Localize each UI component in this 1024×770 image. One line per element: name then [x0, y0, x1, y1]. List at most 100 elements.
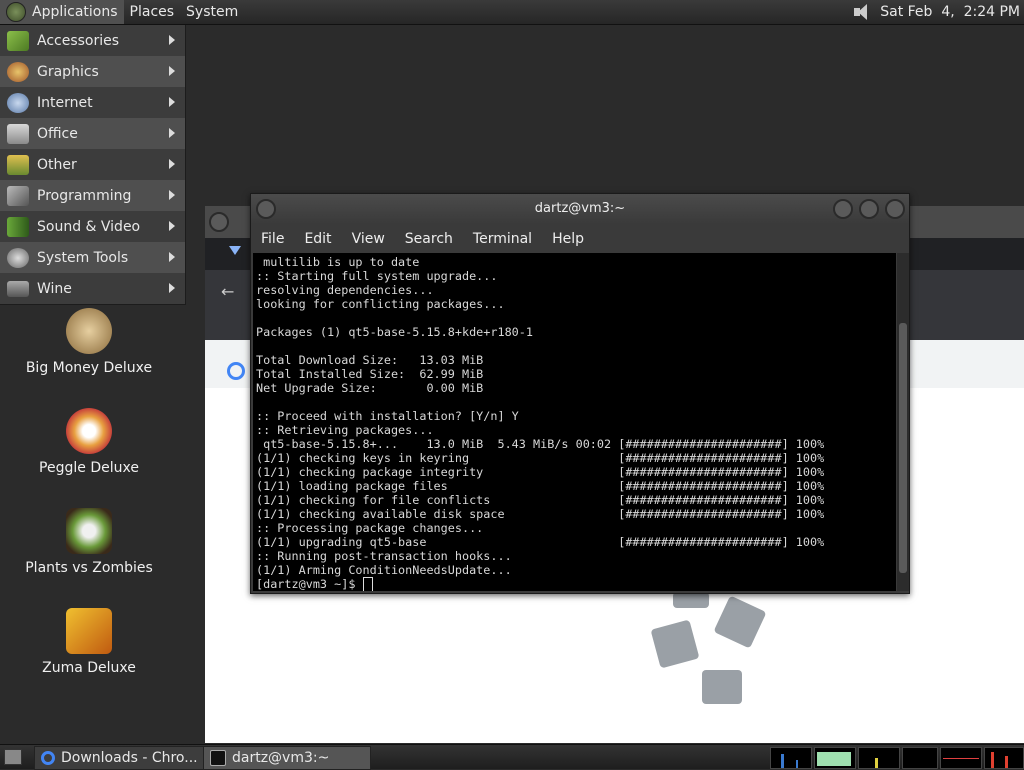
- menu-help[interactable]: Help: [542, 231, 594, 247]
- office-icon: [7, 123, 29, 144]
- desktop-icon-label: Big Money Deluxe: [25, 360, 153, 376]
- applications-logo-icon: [6, 2, 26, 22]
- internet-icon: [7, 92, 29, 113]
- menu-item-label: Office: [37, 125, 78, 142]
- zuma-icon: [66, 608, 112, 654]
- terminal-window: dartz@vm3:~ File Edit View Search Termin…: [250, 193, 910, 594]
- menu-item-other[interactable]: Other: [0, 149, 185, 180]
- system-label: System: [186, 4, 239, 20]
- image-file-icon: [650, 619, 700, 669]
- menu-item-label: Internet: [37, 94, 93, 111]
- desktop-icon-zuma[interactable]: Zuma Deluxe: [10, 608, 168, 676]
- menu-item-label: Other: [37, 156, 77, 173]
- terminal-output-text: multilib is up to date :: Starting full …: [256, 255, 825, 577]
- submenu-arrow-icon: [169, 221, 175, 231]
- money-bag-icon: [66, 308, 112, 354]
- download-icon[interactable]: [229, 246, 241, 255]
- menu-item-wine[interactable]: Wine: [0, 273, 185, 304]
- submenu-arrow-icon: [169, 97, 175, 107]
- disk-monitor: [984, 747, 1024, 769]
- terminal-menubar: File Edit View Search Terminal Help: [251, 224, 909, 253]
- menu-item-label: Accessories: [37, 32, 120, 49]
- programming-icon: [7, 185, 29, 206]
- terminal-prompt: [dartz@vm3 ~]$: [256, 577, 363, 591]
- maximize-icon[interactable]: [859, 199, 879, 219]
- menu-view[interactable]: View: [342, 231, 395, 247]
- system-tools-icon: [7, 247, 29, 268]
- video-file-icon: [702, 670, 742, 704]
- terminal-icon: [210, 750, 226, 766]
- tray-area: Sat Feb 4, 2:24 PM: [854, 0, 1020, 24]
- photo-file-icon: [713, 595, 767, 649]
- menu-item-graphics[interactable]: Graphics: [0, 56, 185, 87]
- swap-monitor: [902, 747, 938, 769]
- terminal-cursor: [362, 577, 373, 591]
- applications-dropdown: Accessories Graphics Internet Office Oth…: [0, 25, 186, 305]
- menu-item-label: System Tools: [37, 249, 129, 266]
- sound-video-icon: [7, 216, 29, 237]
- menu-edit[interactable]: Edit: [294, 231, 341, 247]
- system-menu-button[interactable]: System: [180, 0, 244, 24]
- menu-item-label: Graphics: [37, 63, 99, 80]
- submenu-arrow-icon: [169, 283, 175, 293]
- submenu-arrow-icon: [169, 190, 175, 200]
- desktop-icon-label: Plants vs Zombies: [25, 560, 153, 576]
- load-monitor: [940, 747, 982, 769]
- terminal-titlebar[interactable]: dartz@vm3:~: [251, 194, 909, 224]
- task-terminal[interactable]: dartz@vm3:~: [203, 746, 371, 770]
- desktop-icon-peggle[interactable]: Peggle Deluxe: [10, 408, 168, 476]
- task-downloads-chrome[interactable]: Downloads - Chro...: [34, 746, 206, 770]
- terminal-output: multilib is up to date :: Starting full …: [253, 253, 896, 591]
- places-label: Places: [129, 4, 175, 20]
- panel-clock[interactable]: Sat Feb 4, 2:24 PM: [880, 4, 1020, 20]
- menu-item-office[interactable]: Office: [0, 118, 185, 149]
- file-icon: [673, 592, 709, 608]
- show-desktop-icon[interactable]: [4, 749, 22, 765]
- graphics-icon: [7, 61, 29, 82]
- other-icon: [7, 154, 29, 175]
- menu-item-accessories[interactable]: Accessories: [0, 25, 185, 56]
- terminal-output-area[interactable]: multilib is up to date :: Starting full …: [253, 253, 896, 591]
- menu-item-internet[interactable]: Internet: [0, 87, 185, 118]
- chrome-icon: [41, 751, 55, 765]
- menu-item-programming[interactable]: Programming: [0, 180, 185, 211]
- submenu-arrow-icon: [169, 128, 175, 138]
- applications-label: Applications: [32, 4, 118, 20]
- peggle-icon: [66, 408, 112, 454]
- applications-menu-button[interactable]: Applications: [0, 0, 124, 24]
- close-icon[interactable]: [885, 199, 905, 219]
- menu-item-sound-video[interactable]: Sound & Video: [0, 211, 185, 242]
- menu-item-label: Programming: [37, 187, 132, 204]
- menu-search[interactable]: Search: [395, 231, 463, 247]
- menu-item-label: Sound & Video: [37, 218, 141, 235]
- desktop-icon-plants-vs-zombies[interactable]: Plants vs Zombies: [10, 508, 168, 576]
- task-label: Downloads - Chro...: [61, 750, 198, 766]
- browser-window-button[interactable]: [209, 212, 229, 232]
- menu-item-system-tools[interactable]: System Tools: [0, 242, 185, 273]
- desktop-icon-label: Zuma Deluxe: [42, 660, 136, 676]
- accessories-icon: [7, 30, 29, 51]
- back-arrow-icon[interactable]: ←: [221, 282, 234, 301]
- cpu-monitor: [770, 747, 812, 769]
- menu-file[interactable]: File: [251, 231, 294, 247]
- task-label: dartz@vm3:~: [232, 750, 330, 766]
- desktop-icon-label: Peggle Deluxe: [39, 460, 139, 476]
- terminal-scrollbar[interactable]: [897, 253, 909, 591]
- plants-vs-zombies-icon: [66, 508, 112, 554]
- desktop-icon-big-money[interactable]: Big Money Deluxe: [10, 308, 168, 376]
- terminal-scrollbar-thumb[interactable]: [899, 323, 907, 573]
- memory-monitor: [814, 747, 856, 769]
- terminal-title: dartz@vm3:~: [534, 201, 626, 216]
- volume-icon[interactable]: [854, 4, 872, 20]
- bottom-taskbar: Downloads - Chro... dartz@vm3:~: [0, 744, 1024, 770]
- chrome-logo-icon: [227, 362, 245, 380]
- submenu-arrow-icon: [169, 252, 175, 262]
- places-menu-button[interactable]: Places: [124, 0, 181, 24]
- network-monitor: [858, 747, 900, 769]
- top-panel: Applications Places System Sat Feb 4, 2:…: [0, 0, 1024, 25]
- menu-item-label: Wine: [37, 280, 72, 297]
- submenu-arrow-icon: [169, 159, 175, 169]
- menu-terminal[interactable]: Terminal: [463, 231, 542, 247]
- wine-icon: [7, 280, 29, 297]
- minimize-icon[interactable]: [833, 199, 853, 219]
